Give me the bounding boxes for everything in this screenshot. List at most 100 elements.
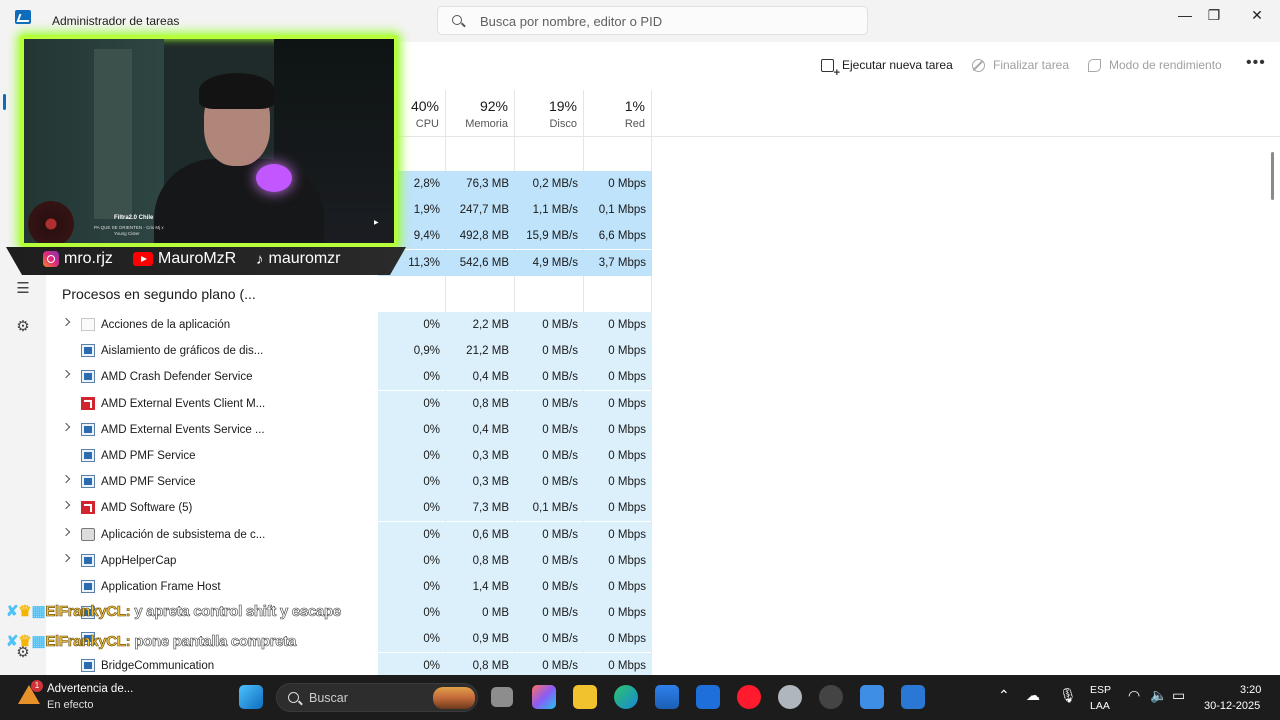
widget-title[interactable]: Advertencia de... bbox=[47, 683, 133, 695]
song-line-2: PA QUE SE ORIENTEN - Cris Mj x bbox=[94, 225, 164, 230]
chevron-right-icon[interactable] bbox=[61, 422, 71, 432]
end-task-button[interactable]: Finalizar tarea bbox=[972, 58, 1069, 72]
cell-net: 0,1 Mbps bbox=[584, 197, 652, 224]
process-name: AMD Software (5) bbox=[101, 502, 193, 515]
services-puzzle-icon[interactable]: ⚙ bbox=[14, 318, 32, 336]
scrollbar-thumb[interactable] bbox=[1271, 152, 1274, 200]
chevron-right-icon[interactable] bbox=[61, 370, 71, 379]
search-icon bbox=[452, 15, 462, 25]
opera-icon[interactable] bbox=[737, 685, 761, 709]
leaf-icon bbox=[1088, 58, 1101, 72]
g-app-icon[interactable] bbox=[860, 685, 884, 709]
store-icon[interactable] bbox=[655, 685, 679, 709]
table-row[interactable]: AMD External Events Client M... 0% 0,8 MB 0… bbox=[46, 390, 1266, 417]
cell-net: 3,7 Mbps bbox=[584, 249, 652, 276]
table-row[interactable]: AMD External Events Service ... 0% 0,4 MB 0… bbox=[46, 416, 1266, 443]
start-windows-icon[interactable] bbox=[239, 685, 263, 709]
amd-icon bbox=[81, 501, 95, 515]
search-box[interactable] bbox=[437, 6, 868, 35]
task-manager-icon bbox=[15, 10, 31, 24]
clock-date[interactable]: 30-12-2025 bbox=[1204, 700, 1260, 712]
cell-disk: 0 MB/s bbox=[515, 416, 584, 443]
language-top[interactable]: ESP bbox=[1090, 684, 1111, 696]
cell-mem: 76,3 MB bbox=[446, 171, 515, 197]
cell-disk: 0 MB/s bbox=[515, 338, 584, 365]
cell-disk: 0 MB/s bbox=[515, 547, 584, 574]
cell-cpu: 0% bbox=[378, 443, 446, 469]
run-new-task-button[interactable]: Ejecutar nueva tarea bbox=[821, 58, 953, 79]
youtube-handle: MauroMzR bbox=[133, 250, 236, 268]
mod-sword-icon: ✘ bbox=[6, 633, 19, 650]
cell-net: 0 Mbps bbox=[584, 547, 652, 574]
column-header-disk[interactable]: 19% Disco bbox=[515, 90, 584, 136]
window-icon bbox=[81, 344, 95, 358]
tiktok-icon: ♪ bbox=[256, 250, 264, 268]
search-input[interactable] bbox=[480, 12, 850, 30]
cell-mem: 0,9 MB bbox=[446, 626, 515, 653]
cell-mem: 7,3 MB bbox=[446, 495, 515, 522]
weather-alert-widget[interactable]: 1 bbox=[18, 680, 43, 705]
chevron-right-icon[interactable] bbox=[61, 317, 71, 327]
disk-total: 19% bbox=[548, 98, 577, 114]
chevron-up-icon[interactable]: ⌃ bbox=[998, 687, 1010, 704]
table-row[interactable]: Aplicación de subsistema de c... 0% 0,6 MB… bbox=[46, 521, 1266, 548]
cell-cpu: 0% bbox=[378, 547, 446, 574]
chevron-right-icon[interactable] bbox=[61, 553, 71, 563]
streamer-body bbox=[154, 159, 324, 243]
table-row[interactable]: Acciones de la aplicación 0% 2,2 MB 0 MB/s 0… bbox=[46, 312, 1266, 338]
cell-cpu: 0% bbox=[378, 626, 446, 653]
crown-icon: ♛ bbox=[18, 633, 32, 650]
process-name: Acciones de la aplicación bbox=[101, 319, 231, 331]
file-explorer-icon[interactable] bbox=[573, 685, 597, 709]
process-name: AMD External Events Client M... bbox=[101, 397, 266, 410]
column-header-memory[interactable]: 92% Memoria bbox=[446, 90, 515, 136]
cell-cpu: 0% bbox=[378, 364, 446, 391]
clock-time[interactable]: 3:20 bbox=[1240, 684, 1261, 696]
chat-message: ✘♛▦ElFrankyCL: pone pantalla compreta bbox=[6, 632, 297, 651]
table-row[interactable]: AppHelperCap 0% 0,8 MB 0 MB/s 0 Mbps bbox=[46, 547, 1266, 574]
edge-icon[interactable] bbox=[614, 685, 638, 709]
copilot-icon[interactable] bbox=[532, 685, 556, 709]
microphone-tray-icon[interactable]: 🎙 bbox=[1059, 687, 1077, 704]
taskbar-search-label: Buscar bbox=[309, 691, 348, 705]
table-row[interactable]: AMD Crash Defender Service 0% 0,4 MB 0 MB/s… bbox=[46, 364, 1266, 391]
efficiency-mode-button[interactable]: Modo de rendimiento bbox=[1088, 58, 1222, 72]
cell-net: 0 Mbps bbox=[584, 443, 652, 469]
wifi-icon[interactable]: ◠ bbox=[1128, 687, 1140, 704]
details-list-icon[interactable]: ☰ bbox=[14, 280, 32, 298]
nav-active-indicator bbox=[3, 94, 6, 110]
blank-icon bbox=[81, 318, 95, 331]
background-processes-header[interactable]: Procesos en segundo plano (... bbox=[62, 286, 256, 302]
onedrive-icon[interactable]: ☁ bbox=[1026, 687, 1040, 704]
instagram-handle: mro.rjz bbox=[43, 250, 113, 268]
task-view-icon[interactable] bbox=[491, 687, 513, 707]
maximize-button[interactable]: ❐ bbox=[1191, 0, 1237, 30]
settings-icon[interactable] bbox=[778, 685, 802, 709]
run-new-task-label: Ejecutar nueva tarea bbox=[842, 58, 953, 72]
cell-cpu: 0% bbox=[378, 495, 446, 522]
taskbar-search[interactable]: Buscar bbox=[276, 683, 478, 712]
cell-net: 0 Mbps bbox=[584, 416, 652, 443]
chevron-right-icon[interactable] bbox=[61, 527, 71, 536]
cell-disk: 0 MB/s bbox=[515, 469, 584, 496]
obs-icon[interactable] bbox=[819, 685, 843, 709]
table-row[interactable]: Application Frame Host 0% 1,4 MB 0 MB/s 0 Mb… bbox=[46, 574, 1266, 600]
task-manager-taskbar-icon[interactable] bbox=[901, 685, 925, 709]
cell-cpu: 0% bbox=[378, 574, 446, 600]
chevron-right-icon[interactable] bbox=[61, 501, 71, 510]
printer-icon bbox=[81, 527, 95, 541]
language-bottom[interactable]: LAA bbox=[1090, 700, 1110, 712]
table-row[interactable]: AMD Software (5) 0% 7,3 MB 0,1 MB/s 0 Mbps bbox=[46, 495, 1266, 522]
table-row[interactable]: AMD PMF Service 0% 0,3 MB 0 MB/s 0 Mbps bbox=[46, 443, 1266, 469]
volume-icon[interactable]: 🔈 bbox=[1150, 687, 1167, 704]
close-button[interactable]: ✕ bbox=[1234, 0, 1280, 30]
table-row[interactable]: Aislamiento de gráficos de dis... 0,9% 21,… bbox=[46, 338, 1266, 365]
mail-icon[interactable] bbox=[696, 685, 720, 709]
crown-icon: ♛ bbox=[18, 603, 32, 620]
cell-cpu: 0% bbox=[378, 469, 446, 496]
table-row[interactable]: AMD PMF Service 0% 0,3 MB 0 MB/s 0 Mbps bbox=[46, 469, 1266, 496]
battery-icon[interactable]: ▭ bbox=[1172, 687, 1185, 704]
column-header-network[interactable]: 1% Red bbox=[584, 90, 652, 136]
more-options-button[interactable]: ••• bbox=[1246, 54, 1266, 72]
chevron-right-icon[interactable] bbox=[61, 474, 71, 484]
